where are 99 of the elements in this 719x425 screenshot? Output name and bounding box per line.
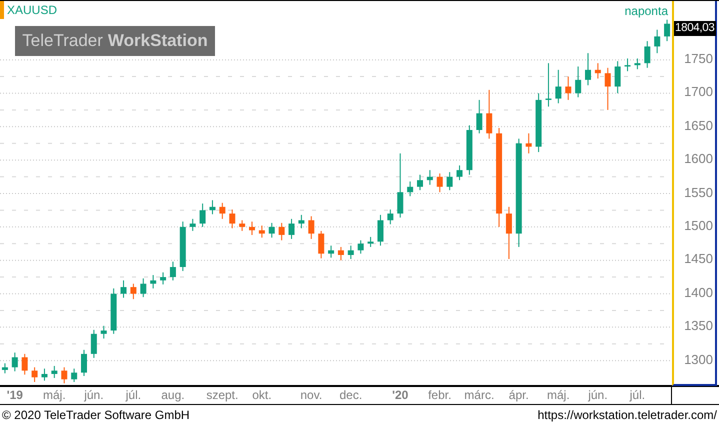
candle (426, 170, 433, 186)
candle (476, 99, 482, 134)
candle (61, 366, 68, 384)
candle (110, 288, 117, 334)
candle (338, 246, 344, 261)
x-axis-label: '20 (392, 388, 408, 402)
candle (229, 209, 236, 229)
x-axis-label: jún. (588, 388, 608, 402)
last-price-badge: 1804,03 (674, 21, 716, 36)
candle (466, 124, 472, 176)
candle (288, 218, 295, 240)
candle (506, 206, 512, 260)
candle (594, 62, 601, 80)
candle (624, 58, 631, 72)
y-axis-label: 1450 (684, 251, 713, 266)
x-axis-label: dec. (339, 388, 362, 402)
x-axis-label: febr. (428, 388, 452, 402)
candle (446, 172, 453, 191)
candle (32, 366, 38, 382)
candle (664, 19, 670, 42)
y-axis-label: 1700 (684, 84, 713, 100)
candle (170, 261, 176, 281)
candle (654, 29, 660, 54)
candle (387, 209, 394, 225)
y-axis-label: 1400 (684, 284, 713, 300)
candle (456, 164, 463, 181)
candle (12, 352, 18, 372)
candle (634, 58, 640, 70)
candle (536, 92, 542, 153)
candle (436, 172, 443, 193)
candle (239, 220, 246, 232)
candle (368, 236, 374, 248)
candle (614, 60, 621, 94)
x-axis-label: aug. (161, 388, 185, 402)
candle (545, 62, 552, 108)
x-axis-label: júl. (126, 388, 142, 402)
x-axis-label: júl. (630, 388, 646, 402)
candle (348, 245, 354, 260)
candle (565, 76, 572, 100)
candle (219, 202, 226, 220)
candle (328, 245, 334, 258)
x-axis-label: márc. (464, 388, 494, 402)
candle (249, 221, 255, 236)
candle (150, 274, 156, 289)
candle (140, 278, 146, 298)
x-axis-label: szept. (206, 388, 238, 402)
candle (318, 230, 324, 259)
interval-label: naponta (624, 4, 668, 18)
symbol-marker (0, 1, 4, 19)
y-axis-label: 1750 (684, 50, 713, 66)
candle (41, 368, 48, 382)
candle (200, 203, 206, 228)
candle (180, 221, 186, 272)
x-axis-label: ápr. (508, 388, 529, 402)
candle (575, 66, 582, 98)
y-axis-label: 1550 (684, 184, 713, 200)
candle (100, 325, 107, 340)
candle (377, 214, 384, 246)
candle (90, 329, 97, 358)
candle (397, 152, 404, 218)
candle (486, 89, 492, 140)
candle (190, 218, 196, 232)
candle (71, 368, 78, 382)
candle (51, 365, 58, 378)
logo: TeleTrader WorkStation (15, 26, 215, 56)
candle (644, 40, 650, 68)
candle (417, 174, 423, 191)
y-axis-label: 1650 (684, 118, 713, 133)
y-axis-label: 1350 (684, 318, 713, 334)
candle (258, 225, 265, 238)
candle (604, 67, 611, 110)
candle (2, 362, 8, 374)
candle (298, 214, 304, 229)
url-text: https://workstation.teletrader.com/ (538, 408, 717, 422)
x-axis-label: okt. (252, 388, 272, 402)
x-axis-label: máj. (547, 388, 570, 402)
candle (308, 216, 314, 240)
x-axis-label: jún. (84, 388, 104, 402)
candle (526, 132, 532, 154)
candle (555, 69, 562, 104)
y-axis-label: 1600 (684, 151, 713, 166)
candle (130, 283, 136, 300)
candle (209, 200, 216, 215)
candle (120, 280, 127, 298)
candle (81, 349, 87, 376)
copyright-text: © 2020 TeleTrader Software GmbH (2, 408, 190, 422)
candle (160, 272, 166, 285)
candle (407, 180, 414, 197)
x-axis-label: nov. (300, 388, 322, 402)
x-axis-label: máj. (43, 388, 66, 402)
candle (268, 222, 275, 238)
symbol-label: XAUUSD (7, 3, 58, 17)
x-axis-label: '19 (6, 388, 23, 402)
y-axis-label: 1300 (684, 352, 713, 367)
candle (278, 222, 285, 241)
candle (22, 353, 28, 376)
y-axis-label: 1500 (684, 218, 713, 233)
candle (358, 240, 364, 254)
candle (585, 52, 591, 86)
